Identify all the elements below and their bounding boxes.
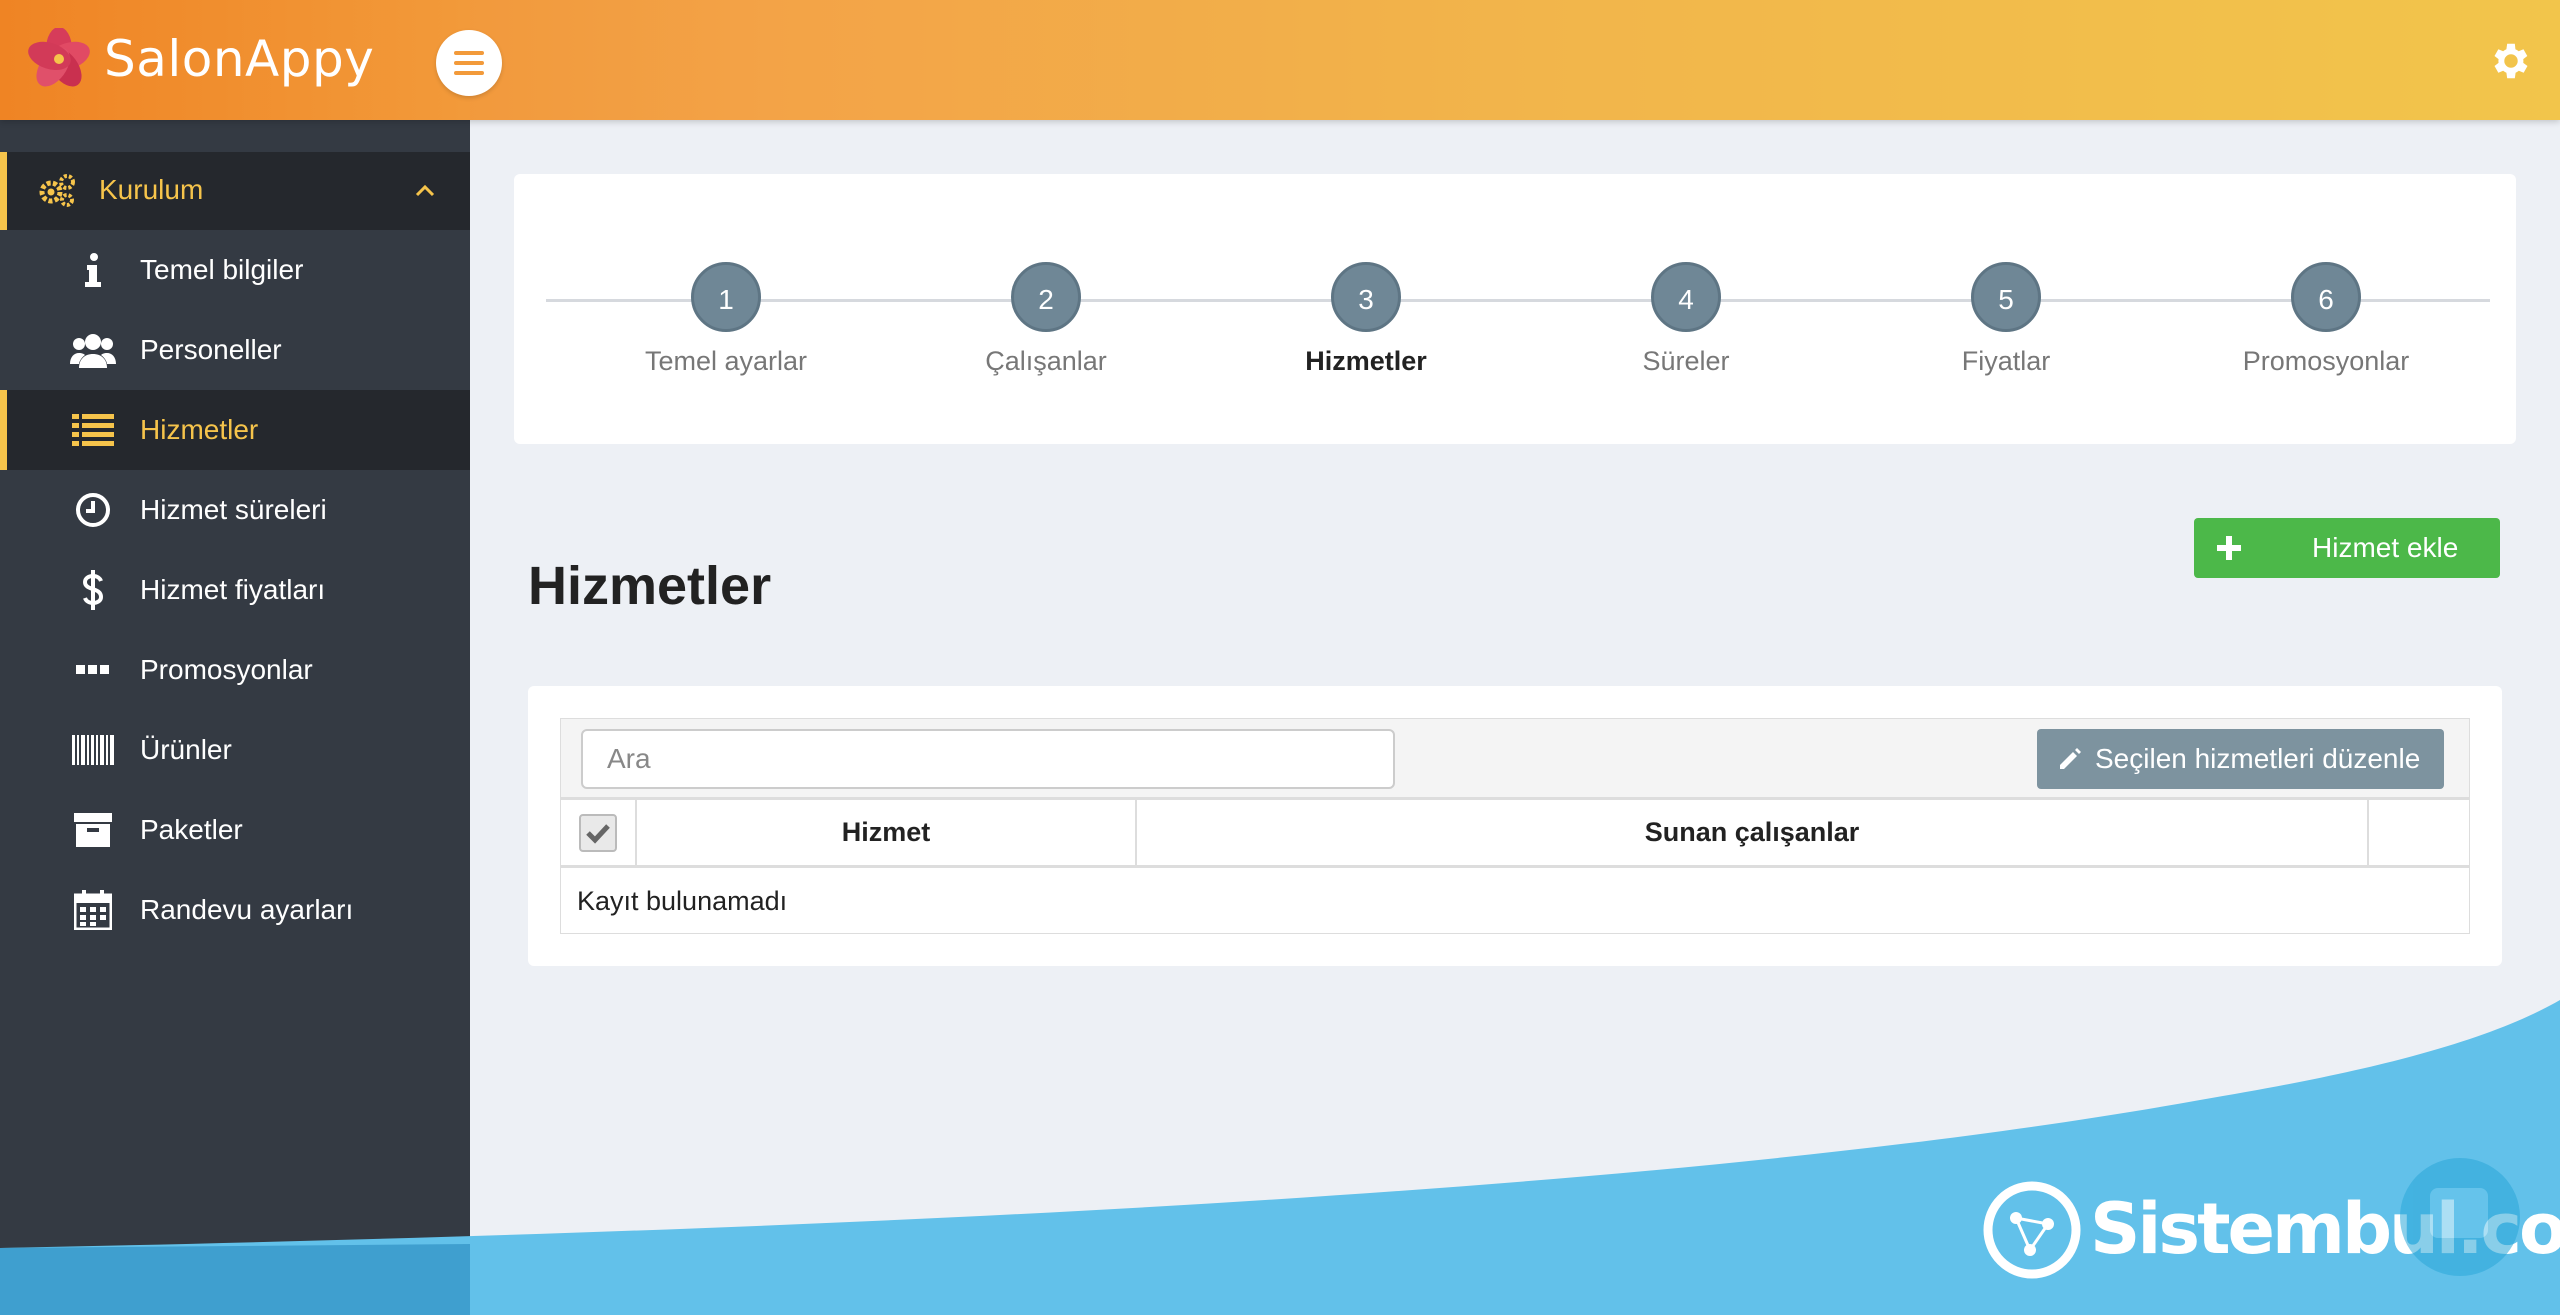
sidebar-item-hizmetler[interactable]: Hizmetler [0,390,470,470]
step-label: Hizmetler [1305,346,1427,376]
plus-icon [2217,536,2241,560]
list-icon [70,410,116,450]
sidebar-item-urunler[interactable]: Ürünler [0,710,470,790]
column-header-hizmet[interactable]: Hizmet [637,800,1137,865]
network-globe-icon [1983,1181,2081,1279]
table-body: Kayıt bulunamadı [560,868,2470,934]
chat-icon [2430,1188,2488,1238]
add-service-label: Hizmet ekle [2312,532,2459,563]
services-table-card: Seçilen hizmetleri düzenle Hizmet Sunan … [528,686,2502,966]
chevron-up-icon [415,184,435,197]
setup-steps-card: 1 Temel ayarlar 2 Çalışanlar 3 Hizmetler… [514,174,2516,444]
step-label: Promosyonlar [2242,346,2410,376]
sidebar: Kurulum Temel bilgiler Personeller Hizme… [0,120,470,1315]
step-label: Temel ayarlar [644,346,808,376]
sidebar-item-label: Hizmetler [140,414,259,445]
settings-gear-icon[interactable] [2488,38,2534,84]
step-number: 1 [691,262,761,332]
info-icon [70,250,116,290]
edit-selected-services-button[interactable]: Seçilen hizmetleri düzenle [2037,729,2445,789]
step-label: Fiyatlar [1961,346,2051,376]
step-number: 4 [1651,262,1721,332]
sidebar-item-label: Hizmet süreleri [140,494,327,525]
sidebar-item-label: Ürünler [140,734,232,765]
clock-icon [70,490,116,530]
select-all-cell [561,800,637,865]
step-number: 2 [1011,262,1081,332]
brand[interactable]: SalonAppy [0,0,470,120]
dollar-icon [70,570,116,610]
table-toolbar: Seçilen hizmetleri düzenle [560,718,2470,798]
step-label: Çalışanlar [985,346,1107,376]
sidebar-item-label: Promosyonlar [140,654,313,685]
edit-selected-label: Seçilen hizmetleri düzenle [2095,743,2421,774]
sidebar-item-paketler[interactable]: Paketler [0,790,470,870]
sidebar-section-label: Kurulum [99,174,204,205]
select-all-checkbox[interactable] [579,813,617,852]
step-2[interactable]: 2 Çalışanlar [926,262,1166,377]
sidebar-item-label: Hizmet fiyatları [140,574,326,605]
top-header: SalonAppy [0,0,2560,120]
table-header: Hizmet Sunan çalışanlar [560,798,2470,868]
sidebar-section-kurulum[interactable]: Kurulum [0,152,470,230]
sidebar-item-temel-bilgiler[interactable]: Temel bilgiler [0,230,470,310]
archive-icon [70,810,116,850]
menu-toggle-button[interactable] [436,30,502,96]
sidebar-item-hizmet-sureleri[interactable]: Hizmet süreleri [0,470,470,550]
sidebar-item-label: Randevu ayarları [140,894,354,925]
sidebar-item-label: Temel bilgiler [140,254,304,285]
hamburger-icon [454,51,484,75]
sidebar-item-label: Personeller [140,334,282,365]
page-title: Hizmetler [528,556,772,616]
step-3[interactable]: 3 Hizmetler [1246,262,1486,377]
step-number: 3 [1331,262,1401,332]
flower-logo-icon [28,28,90,87]
add-service-button[interactable]: Hizmet ekle [2194,518,2500,578]
users-icon [70,330,116,370]
ellipsis-icon [70,650,116,690]
step-1[interactable]: 1 Temel ayarlar [606,262,846,377]
step-number: 5 [1971,262,2041,332]
brand-name: SalonAppy [104,30,375,88]
step-number: 6 [2291,262,2361,332]
chat-widget-button[interactable] [2400,1158,2520,1276]
sidebar-item-personeller[interactable]: Personeller [0,310,470,390]
sidebar-item-hizmet-fiyatlari[interactable]: Hizmet fiyatları [0,550,470,630]
calendar-icon [70,890,116,930]
pencil-icon [2060,748,2081,769]
sidebar-item-promosyonlar[interactable]: Promosyonlar [0,630,470,710]
step-5[interactable]: 5 Fiyatlar [1886,262,2126,377]
column-header-actions [2369,800,2469,865]
step-6[interactable]: 6 Promosyonlar [2206,262,2446,377]
barcode-icon [70,730,116,770]
empty-table-message: Kayıt bulunamadı [577,886,788,916]
sidebar-item-label: Paketler [140,814,243,845]
search-input[interactable] [581,729,1395,789]
step-label: Süreler [1642,346,1730,376]
checkmark-icon [586,823,610,844]
sidebar-item-randevu-ayarlari[interactable]: Randevu ayarları [0,870,470,950]
step-4[interactable]: 4 Süreler [1566,262,1806,377]
column-header-sunan-calisanlar[interactable]: Sunan çalışanlar [1137,800,2369,865]
gears-icon [39,174,75,207]
